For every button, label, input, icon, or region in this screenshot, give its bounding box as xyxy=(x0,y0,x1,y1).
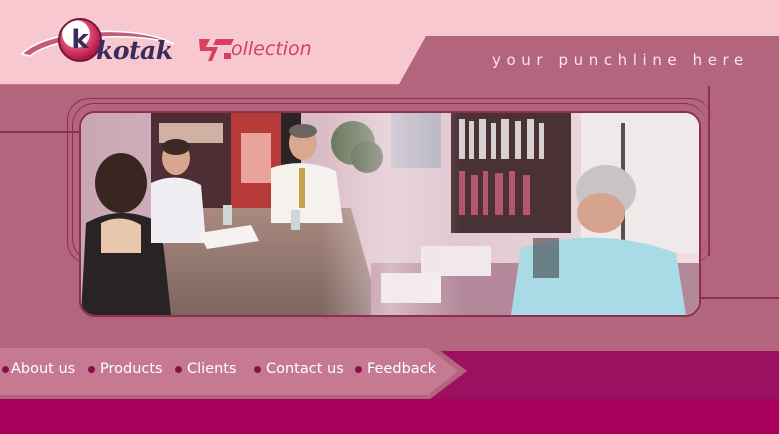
nav-label: Clients xyxy=(187,361,237,377)
bullet-icon xyxy=(175,365,182,373)
decorative-line xyxy=(696,297,779,299)
nav-item-clients[interactable]: Clients xyxy=(175,361,237,377)
nav-label: About us xyxy=(11,361,76,377)
collection-mark-icon xyxy=(199,39,234,61)
office-photo-image xyxy=(81,113,699,315)
nav-item-products[interactable]: Products xyxy=(88,361,163,377)
footer-band xyxy=(0,399,779,434)
collection-wordmark: ollection xyxy=(231,38,312,60)
nav-item-about-us[interactable]: About us xyxy=(2,361,75,377)
nav-item-feedback[interactable]: Feedback xyxy=(355,361,436,377)
logo-wordmark: kotak xyxy=(96,36,173,65)
kotak-logo[interactable]: k kotak xyxy=(18,12,178,74)
bullet-icon xyxy=(355,365,362,373)
nav-label: Products xyxy=(100,361,163,377)
nav-item-contact-us[interactable]: Contact us xyxy=(254,361,344,377)
bullet-icon xyxy=(2,365,9,373)
tagline: your punchline here xyxy=(492,51,749,69)
nav-label: Contact us xyxy=(266,361,344,377)
bullet-icon xyxy=(88,365,95,373)
logo-letter: k xyxy=(71,25,89,55)
hero-photo xyxy=(79,111,701,317)
bullet-icon xyxy=(254,365,261,373)
decorative-line xyxy=(0,131,80,133)
nav-label: Feedback xyxy=(367,361,437,377)
decorative-line xyxy=(708,86,710,256)
